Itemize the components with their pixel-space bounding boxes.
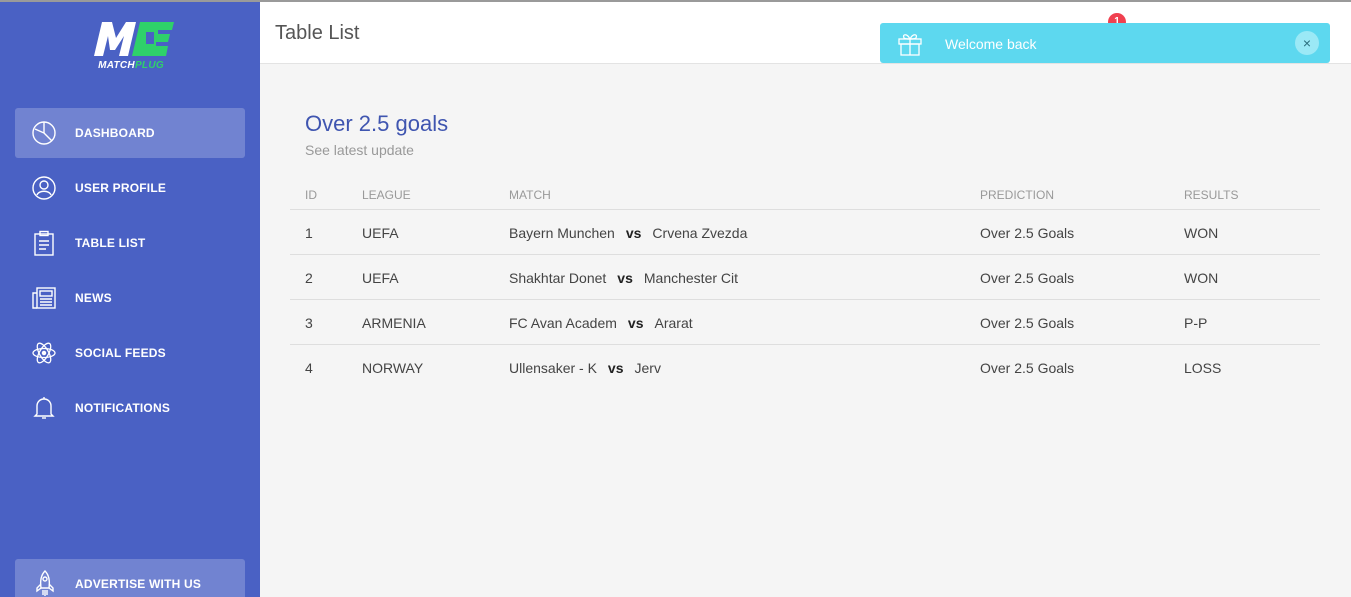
- toast-message: Welcome back: [945, 36, 1037, 52]
- page-title: Table List: [275, 22, 360, 44]
- card-subtitle: See latest update: [305, 142, 414, 158]
- cell-result: P-P: [1184, 315, 1208, 331]
- user-icon: [32, 176, 56, 200]
- cell-league: UEFA: [362, 270, 399, 286]
- brand-logo[interactable]: MATCHPLUG: [84, 16, 178, 74]
- cell-match: Shakhtar Donet vs Manchester Cit: [509, 270, 738, 286]
- match-home: Bayern Munchen: [509, 225, 615, 241]
- table-row: 2 UEFA Shakhtar Donet vs Manchester Cit Ov…: [290, 255, 1320, 300]
- pie-chart-icon: [32, 121, 56, 145]
- match-home: Shakhtar Donet: [509, 270, 607, 286]
- match-away: Jerv: [634, 360, 661, 376]
- logo-mark-icon: [94, 22, 174, 56]
- atom-icon: [32, 342, 56, 364]
- sidebar-item-news[interactable]: NEWS: [15, 273, 245, 323]
- match-home: FC Avan Academ: [509, 315, 617, 331]
- toast-close-button[interactable]: ×: [1295, 31, 1319, 55]
- match-vs: vs: [625, 225, 642, 241]
- cell-result: LOSS: [1184, 360, 1222, 376]
- advertise-label: ADVERTISE WITH US: [75, 577, 202, 591]
- table-row: 1 UEFA Bayern Munchen vs Crvena Zvezda Ove…: [290, 210, 1320, 255]
- bell-icon: [33, 397, 55, 419]
- column-header-results: RESULTS: [1184, 188, 1239, 202]
- sidebar-item-label: TABLE LIST: [75, 236, 146, 250]
- sidebar-item-label: DASHBOARD: [75, 126, 155, 140]
- cell-prediction: Over 2.5 Goals: [980, 270, 1075, 286]
- cell-league: NORWAY: [362, 360, 424, 376]
- match-away: Crvena Zvezda: [652, 225, 748, 241]
- cell-result: WON: [1184, 225, 1219, 241]
- top-border: [0, 0, 1351, 2]
- newspaper-icon: [32, 287, 56, 309]
- match-vs: vs: [607, 360, 624, 376]
- column-header-id: ID: [305, 188, 317, 202]
- cell-prediction: Over 2.5 Goals: [980, 315, 1075, 331]
- cell-match: FC Avan Academ vs Ararat: [509, 315, 693, 331]
- sidebar-item-user-profile[interactable]: USER PROFILE: [15, 163, 245, 213]
- sidebar-item-dashboard[interactable]: DASHBOARD: [15, 108, 245, 158]
- table-row: 4 NORWAY Ullensaker - K vs Jerv Over 2.5 G…: [290, 345, 1320, 390]
- cell-league: ARMENIA: [362, 315, 426, 331]
- cell-prediction: Over 2.5 Goals: [980, 360, 1075, 376]
- cell-id: 1: [305, 225, 313, 241]
- column-header-league: LEAGUE: [362, 188, 411, 202]
- close-icon: ×: [1302, 35, 1312, 51]
- cell-match: Bayern Munchen vs Crvena Zvezda: [509, 225, 747, 241]
- cell-result: WON: [1184, 270, 1219, 286]
- column-header-prediction: PREDICTION: [980, 188, 1055, 202]
- cell-id: 2: [305, 270, 313, 286]
- sidebar-nav: DASHBOARD USER PROFILE TABLE LIST NEWS S…: [15, 108, 245, 438]
- match-home: Ullensaker - K: [509, 360, 597, 376]
- sidebar-item-notifications[interactable]: NOTIFICATIONS: [15, 383, 245, 433]
- rocket-icon: [36, 570, 54, 596]
- sidebar-item-social-feeds[interactable]: SOCIAL FEEDS: [15, 328, 245, 378]
- sidebar: MATCHPLUG DASHBOARD USER PROFILE TABLE L…: [0, 2, 260, 597]
- brand-name-a: MATCH: [98, 60, 135, 71]
- welcome-toast: Welcome back ×: [880, 23, 1330, 63]
- sidebar-item-label: NOTIFICATIONS: [75, 401, 171, 415]
- match-away: Manchester Cit: [643, 270, 739, 286]
- sidebar-item-label: SOCIAL FEEDS: [75, 346, 166, 360]
- sidebar-item-label: NEWS: [75, 291, 112, 305]
- column-header-match: MATCH: [509, 188, 551, 202]
- sidebar-item-label: USER PROFILE: [75, 181, 167, 195]
- gift-icon: [898, 34, 922, 56]
- sidebar-item-table-list[interactable]: TABLE LIST: [15, 218, 245, 268]
- cell-prediction: Over 2.5 Goals: [980, 225, 1075, 241]
- brand-name: MATCHPLUG: [84, 60, 178, 71]
- cell-match: Ullensaker - K vs Jerv: [509, 360, 661, 376]
- advertise-button[interactable]: ADVERTISE WITH US: [15, 559, 245, 597]
- cell-league: UEFA: [362, 225, 399, 241]
- clipboard-icon: [34, 230, 54, 256]
- table-header: ID LEAGUE MATCH PREDICTION RESULTS: [290, 180, 1320, 210]
- cell-id: 4: [305, 360, 313, 376]
- predictions-table: ID LEAGUE MATCH PREDICTION RESULTS 1 UEF…: [290, 180, 1320, 390]
- match-vs: vs: [627, 315, 644, 331]
- table-row: 3 ARMENIA FC Avan Academ vs Ararat Over 2.…: [290, 300, 1320, 345]
- card-title: Over 2.5 goals: [305, 111, 449, 136]
- match-away: Ararat: [654, 315, 693, 331]
- brand-name-b: PLUG: [134, 60, 164, 71]
- cell-id: 3: [305, 315, 313, 331]
- match-vs: vs: [617, 270, 633, 286]
